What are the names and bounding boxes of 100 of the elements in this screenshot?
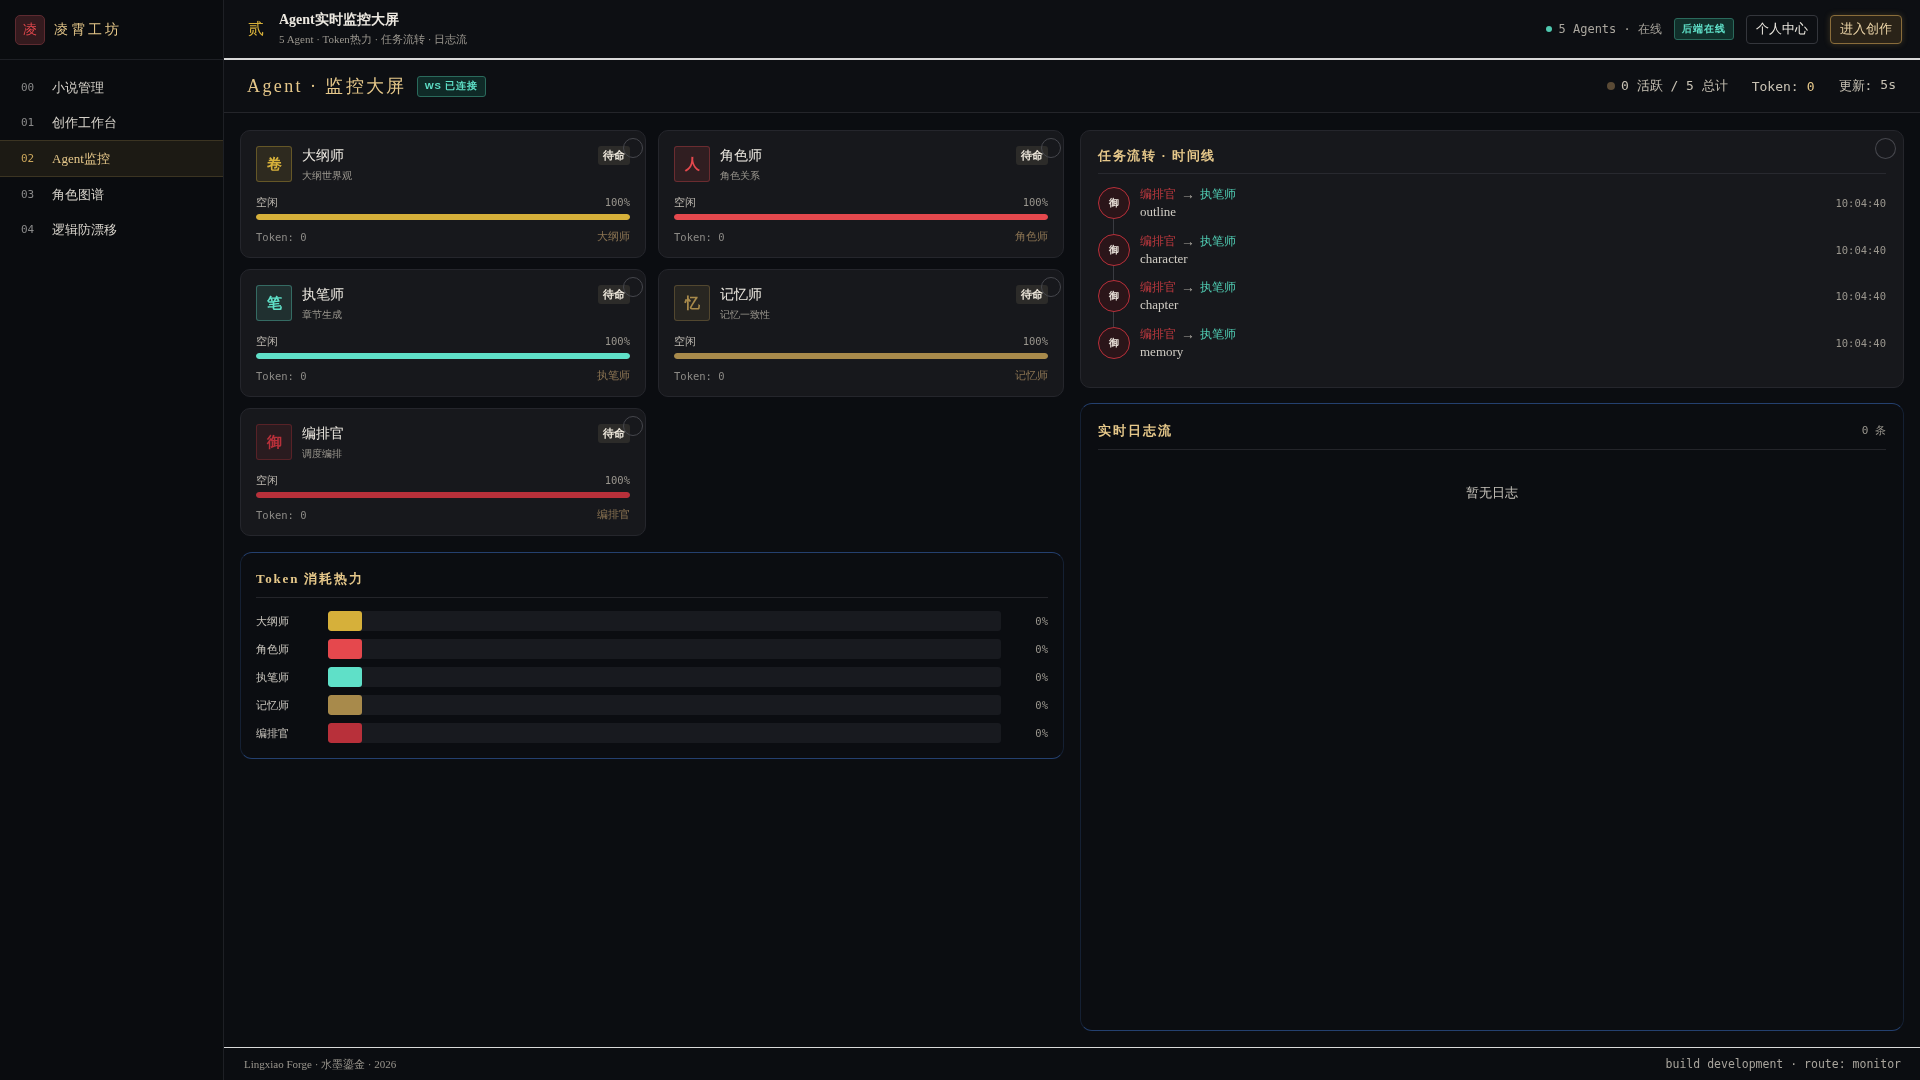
nav-item[interactable]: 04 逻辑防漂移 bbox=[0, 212, 223, 247]
page-title: Agent实时监控大屏 bbox=[279, 11, 400, 29]
event-time: 10:04:40 bbox=[1835, 290, 1886, 302]
event-time: 10:04:40 bbox=[1835, 336, 1886, 349]
agent-avatar: 笔 bbox=[256, 285, 292, 321]
footer-credit: Lingxiao Forge · 水墨鎏金 · 2026 bbox=[244, 1056, 397, 1072]
section-title: Agent · 监控大屏 bbox=[247, 75, 407, 98]
ring-icon bbox=[1875, 138, 1896, 159]
nav-item[interactable]: 00 小说管理 bbox=[0, 70, 223, 105]
agent-role: 记忆一致性 bbox=[720, 308, 770, 322]
ring-icon bbox=[1041, 277, 1061, 297]
target-agent: 执笔师 bbox=[1200, 186, 1236, 202]
agent-avatar: 卷 bbox=[256, 146, 292, 182]
source-agent: 编排官 bbox=[1140, 232, 1176, 249]
agent-role: 角色关系 bbox=[720, 169, 761, 183]
agent-avatar: 人 bbox=[674, 146, 710, 182]
ring-icon bbox=[623, 277, 643, 297]
status-badge: 待命 bbox=[598, 285, 630, 304]
nav-item[interactable]: 03 角色图谱 bbox=[0, 177, 223, 212]
event-time: 10:04:40 bbox=[1835, 197, 1886, 209]
progress-percent: 100% bbox=[604, 196, 630, 208]
agent-name: 大纲师 bbox=[302, 147, 345, 165]
connection-badge: WS 已连接 bbox=[416, 75, 486, 97]
build-info: build development · route: monitor bbox=[1665, 1057, 1901, 1071]
route-arrow: → bbox=[1181, 325, 1195, 342]
source-agent: 编排官 bbox=[1140, 186, 1176, 202]
agent-avatar: 忆 bbox=[674, 285, 710, 321]
agent-avatar: 御 bbox=[1098, 280, 1130, 312]
progress-percent: 100% bbox=[604, 474, 630, 486]
stat-label: Token: bbox=[1751, 78, 1799, 94]
heat-percent: 0% bbox=[1035, 643, 1048, 655]
status-badge: 待命 bbox=[598, 146, 630, 165]
agent-tag: 执笔师 bbox=[597, 368, 630, 383]
route-arrow: → bbox=[1181, 186, 1195, 202]
token-count: Token: 0 bbox=[256, 369, 307, 382]
panel-title: Token 消耗热力 bbox=[256, 570, 1048, 598]
heat-label: 执笔师 bbox=[256, 669, 290, 685]
route-arrow: → bbox=[1181, 279, 1195, 295]
timeline-line bbox=[1113, 219, 1114, 234]
target-agent: 执笔师 bbox=[1200, 232, 1236, 249]
status-badge: 待命 bbox=[598, 424, 630, 443]
agent-tag: 编排官 bbox=[597, 507, 630, 522]
source-agent: 编排官 bbox=[1140, 325, 1176, 342]
stat-label: 更新: bbox=[1838, 77, 1873, 95]
agent-tag: 角色师 bbox=[1015, 229, 1048, 244]
agent-role: 调度编排 bbox=[302, 447, 343, 461]
heat-label: 记忆师 bbox=[256, 697, 290, 713]
page-subtitle: 5 Agent · Token热力 · 任务流转 · 日志流 bbox=[279, 32, 468, 47]
heat-percent: 0% bbox=[1035, 699, 1048, 711]
event-time: 10:04:40 bbox=[1835, 243, 1886, 256]
agent-state: 空闲 bbox=[256, 194, 278, 210]
panel-title: 任务流转 · 时间线 bbox=[1098, 146, 1886, 174]
ring-icon bbox=[623, 416, 643, 436]
stat-value: 5s bbox=[1880, 77, 1896, 94]
task-name: character bbox=[1140, 249, 1189, 267]
progress-percent: 100% bbox=[604, 335, 630, 347]
create-button[interactable]: 进入创作 bbox=[1830, 14, 1902, 44]
token-count: Token: 0 bbox=[674, 369, 725, 382]
agent-summary: 0 活跃 / 5 总计 bbox=[1620, 77, 1728, 95]
timeline-line bbox=[1113, 265, 1114, 280]
task-name: outline bbox=[1140, 203, 1178, 220]
agent-role: 大纲世界观 bbox=[302, 169, 352, 183]
empty-message: 暂无日志 bbox=[1466, 484, 1518, 500]
panel-title: 实时日志流 bbox=[1098, 421, 1173, 440]
source-agent: 编排官 bbox=[1140, 279, 1176, 295]
timeline-line bbox=[1113, 312, 1114, 327]
agent-name: 记忆师 bbox=[720, 286, 763, 304]
nav-item[interactable]: 01 创作工作台 bbox=[0, 105, 223, 140]
heat-percent: 0% bbox=[1035, 615, 1048, 627]
target-agent: 执笔师 bbox=[1200, 279, 1236, 295]
agent-name: 角色师 bbox=[720, 147, 762, 165]
agent-state: 空闲 bbox=[674, 333, 696, 349]
progress-percent: 100% bbox=[1022, 335, 1048, 347]
token-count: Token: 0 bbox=[256, 508, 307, 521]
heat-percent: 0% bbox=[1035, 727, 1048, 739]
status-badge: 待命 bbox=[1016, 285, 1048, 304]
agent-tag: 记忆师 bbox=[1015, 368, 1048, 383]
agent-avatar: 御 bbox=[1098, 326, 1130, 359]
route-arrow: → bbox=[1181, 232, 1195, 249]
task-name: chapter bbox=[1140, 296, 1180, 313]
ring-icon bbox=[1041, 138, 1061, 158]
task-name: memory bbox=[1140, 342, 1185, 360]
backend-status-badge: 后端在线 bbox=[1674, 18, 1734, 40]
heat-label: 角色师 bbox=[256, 641, 290, 657]
agent-state: 空闲 bbox=[256, 472, 278, 488]
agent-tag: 大纲师 bbox=[597, 229, 630, 244]
activity-dot-icon bbox=[1606, 82, 1615, 90]
ring-icon bbox=[623, 138, 643, 158]
agent-name: 编排官 bbox=[302, 425, 344, 443]
nav-item[interactable]: 02 Agent监控 bbox=[0, 140, 223, 177]
log-count: 0 条 bbox=[1861, 423, 1886, 438]
agent-state: 空闲 bbox=[674, 194, 696, 210]
profile-button[interactable]: 个人中心 bbox=[1746, 14, 1818, 44]
token-count: Token: 0 bbox=[674, 230, 725, 243]
brand-name: 凌霄工坊 bbox=[54, 20, 122, 39]
status-badge: 待命 bbox=[1016, 146, 1048, 165]
stat-value: 0 bbox=[1806, 78, 1815, 94]
agent-role: 章节生成 bbox=[302, 308, 343, 322]
heat-label: 编排官 bbox=[256, 725, 290, 741]
agent-avatar: 御 bbox=[1098, 187, 1130, 219]
